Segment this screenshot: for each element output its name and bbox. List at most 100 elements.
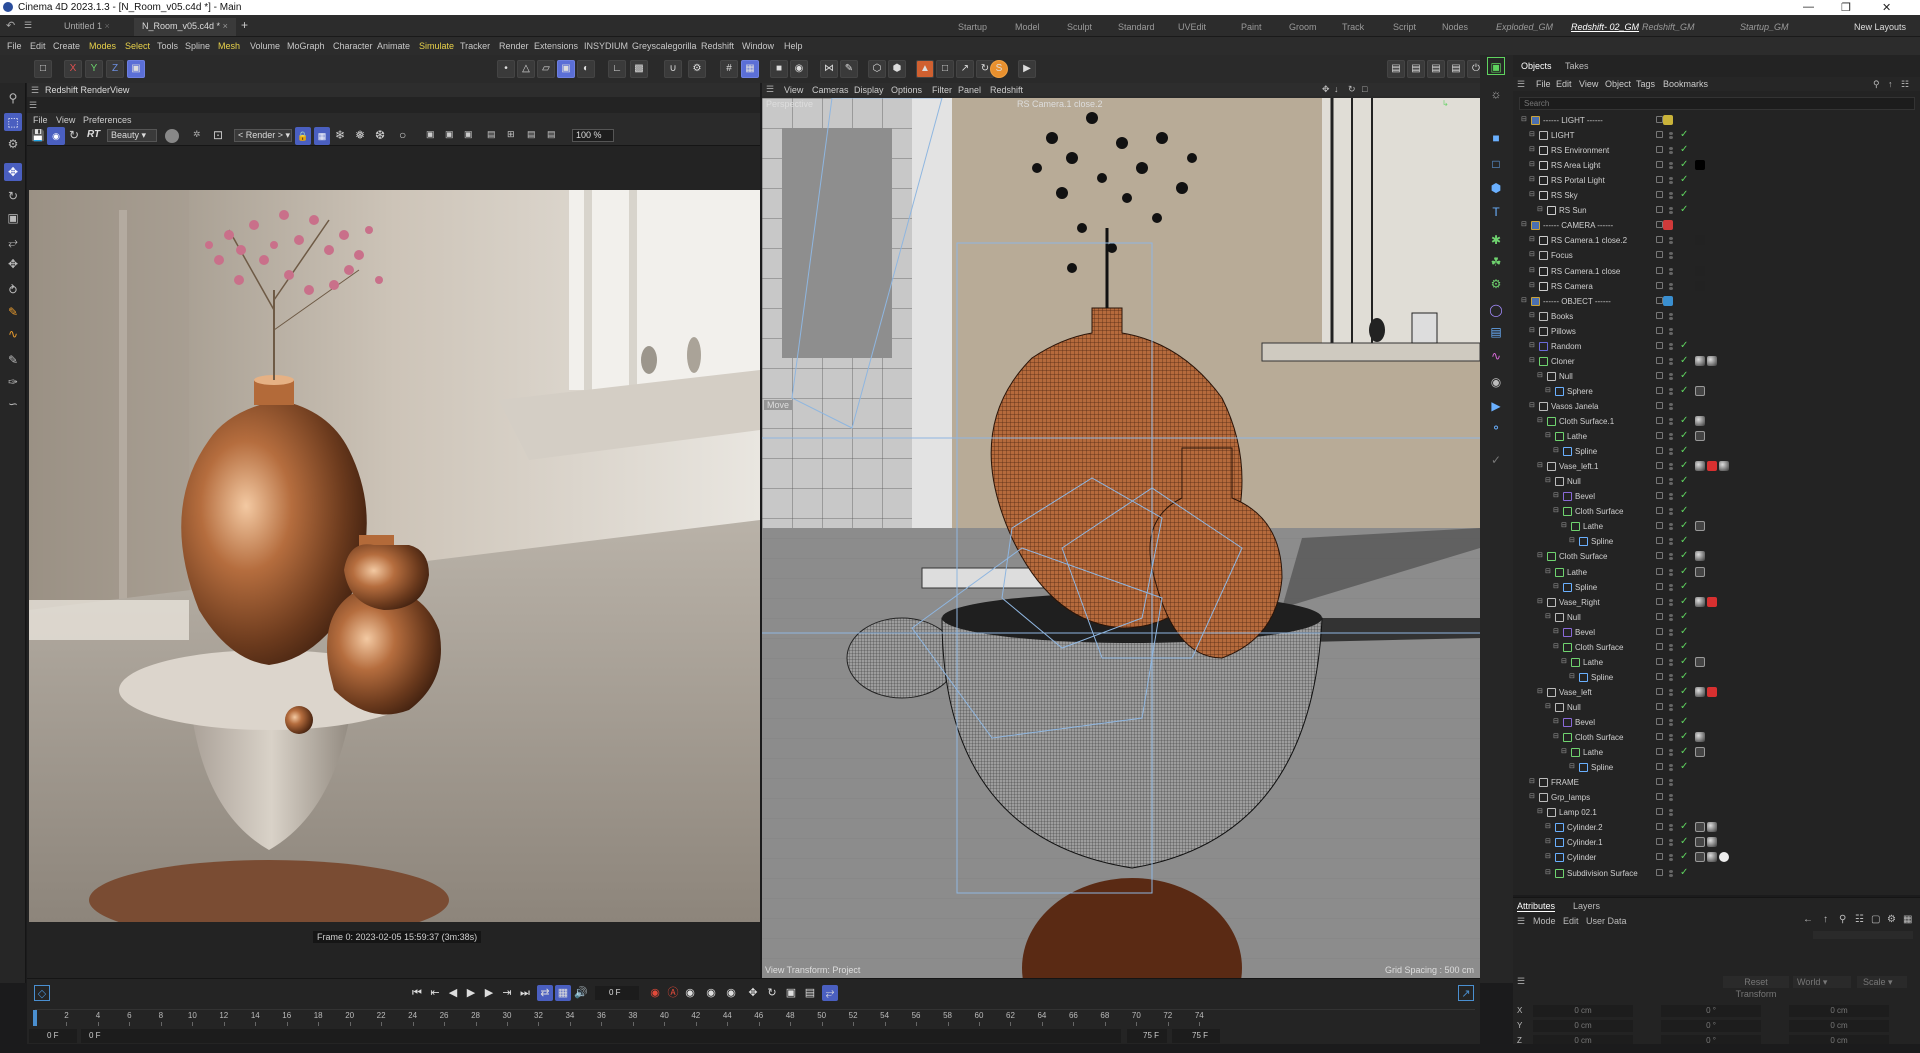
object-row[interactable]: ⊟ Lathe ✓: [1513, 655, 1920, 670]
workplane-icon[interactable]: ∟: [608, 60, 626, 78]
layout-tab-startup[interactable]: Startup: [958, 22, 987, 32]
enabled-check-icon[interactable]: ✓: [1680, 430, 1688, 441]
lock-attr-icon[interactable]: ☷: [1855, 914, 1864, 925]
move-view-icon[interactable]: ✥: [1322, 84, 1330, 95]
enabled-check-icon[interactable]: ✓: [1680, 581, 1688, 592]
enabled-check-icon[interactable]: ✓: [1680, 626, 1688, 637]
attr-options-icon[interactable]: ⚙: [1887, 914, 1896, 925]
tab-attributes[interactable]: Attributes: [1517, 901, 1556, 912]
layer-lock-icon[interactable]: [1656, 763, 1663, 771]
key-rotation-icon[interactable]: ↻: [764, 985, 780, 1001]
image-icon[interactable]: ▤: [487, 129, 496, 140]
object-row[interactable]: ⊟ Cloth Surface ✓: [1513, 640, 1920, 655]
fit-3-icon[interactable]: ▣: [464, 129, 473, 140]
polygons-mode-icon[interactable]: ▱: [537, 60, 555, 78]
grid-toggle-icon[interactable]: ✲: [193, 129, 201, 140]
layer-lock-icon[interactable]: [1656, 417, 1663, 424]
expand-toggle-icon[interactable]: ⊟: [1553, 717, 1561, 725]
menu-insydium[interactable]: INSYDIUM: [584, 41, 628, 51]
attributes-hamburger-icon[interactable]: ☰: [1517, 916, 1525, 927]
motion-system-icon[interactable]: ◉: [703, 985, 719, 1001]
next-key-icon[interactable]: ⇥: [499, 985, 515, 1001]
expand-toggle-icon[interactable]: ⊟: [1561, 521, 1569, 529]
paint-brush-icon[interactable]: ✑: [4, 373, 22, 391]
navigate-up-icon[interactable]: ↑: [1888, 79, 1893, 89]
visibility-dots-icon[interactable]: [1668, 207, 1674, 215]
menu-window[interactable]: Window: [742, 41, 774, 51]
timeline-graph-icon[interactable]: ↗: [1458, 985, 1474, 1001]
enabled-check-icon[interactable]: ✓: [1680, 731, 1688, 742]
bucket-grid-icon[interactable]: ▦: [314, 127, 330, 145]
viewport-menu-view[interactable]: View: [784, 85, 803, 95]
mat-tag-icon[interactable]: [1695, 355, 1705, 366]
settings-gear-icon[interactable]: ⚙: [4, 135, 22, 153]
enabled-check-icon[interactable]: ✓: [1680, 159, 1688, 170]
visibility-dots-icon[interactable]: [1668, 583, 1674, 592]
model-mode-icon[interactable]: ▣: [557, 60, 575, 78]
expand-toggle-icon[interactable]: ⊟: [1529, 341, 1537, 349]
layer-lock-icon[interactable]: [1656, 642, 1663, 650]
object-search-input[interactable]: Search: [1519, 97, 1915, 110]
expand-toggle-icon[interactable]: ⊟: [1545, 868, 1553, 876]
layer-lock-icon[interactable]: [1656, 552, 1663, 560]
enabled-check-icon[interactable]: ✓: [1680, 144, 1688, 155]
object-row[interactable]: ⊟ Cloner ✓: [1513, 354, 1920, 369]
object-row[interactable]: ⊟ ------ CAMERA ------: [1513, 218, 1920, 233]
red-tag-icon[interactable]: [1707, 596, 1717, 607]
enabled-check-icon[interactable]: ✓: [1680, 204, 1688, 215]
expand-toggle-icon[interactable]: ⊟: [1529, 175, 1537, 183]
search-icon[interactable]: ⚲: [1873, 79, 1880, 90]
filter-icon[interactable]: ☷: [1901, 79, 1909, 90]
visibility-dots-icon[interactable]: [1668, 162, 1674, 170]
render-active-icon[interactable]: ◉: [790, 60, 808, 78]
visibility-dots-icon[interactable]: [1668, 448, 1674, 456]
enabled-check-icon[interactable]: ✓: [1680, 656, 1688, 667]
object-row[interactable]: ⊟ Grp_lamps: [1513, 790, 1920, 805]
coordinate-rot-field[interactable]: 0 °: [1661, 1005, 1761, 1017]
key-pla-icon[interactable]: ⥂: [822, 985, 838, 1001]
visibility-dots-icon[interactable]: [1668, 658, 1674, 667]
expand-toggle-icon[interactable]: ⊟: [1529, 250, 1537, 258]
object-row[interactable]: ⊟ Pillows: [1513, 324, 1920, 339]
expand-toggle-icon[interactable]: ⊟: [1561, 747, 1569, 755]
visibility-dots-icon[interactable]: [1668, 267, 1674, 276]
transfer-tool-icon[interactable]: ⥂: [4, 233, 22, 251]
visibility-dots-icon[interactable]: [1668, 357, 1674, 366]
layer-lock-icon[interactable]: [1656, 116, 1663, 123]
panel-menu-icon[interactable]: ☰: [31, 85, 39, 96]
object-row[interactable]: ⊟ Null ✓: [1513, 369, 1920, 384]
expand-toggle-icon[interactable]: ⊟: [1553, 446, 1561, 454]
redshift-manager-icon[interactable]: ▣: [1487, 57, 1505, 75]
expand-toggle-icon[interactable]: ⊟: [1529, 160, 1537, 168]
expand-toggle-icon[interactable]: ⊟: [1529, 130, 1537, 138]
visibility-dots-icon[interactable]: [1668, 342, 1674, 351]
layer-lock-icon[interactable]: [1656, 838, 1663, 846]
visibility-dots-icon[interactable]: [1668, 327, 1674, 336]
compare-icon[interactable]: ▤: [547, 129, 556, 140]
spline-object-icon[interactable]: ∿: [1487, 347, 1505, 365]
previous-frame-icon[interactable]: ◀: [445, 985, 461, 1001]
object-row[interactable]: ⊟ Vase_left.1 ✓: [1513, 459, 1920, 474]
timeline-ruler[interactable]: 0246810121416182022242628303234363840424…: [33, 1009, 1475, 1026]
mat-tag-icon[interactable]: [1707, 355, 1717, 366]
expand-toggle-icon[interactable]: ⊟: [1529, 235, 1537, 243]
expand-toggle-icon[interactable]: ⊟: [1529, 145, 1537, 153]
layer-lock-icon[interactable]: [1656, 341, 1663, 349]
minimize-icon[interactable]: —: [1803, 1, 1814, 13]
expand-toggle-icon[interactable]: ⊟: [1537, 205, 1545, 213]
expand-toggle-icon[interactable]: ⊟: [1553, 506, 1561, 514]
layout-tab-uvedit[interactable]: UVEdit: [1178, 22, 1206, 32]
cam-tag-icon[interactable]: [1695, 235, 1705, 246]
object-row[interactable]: ⊟ Spline ✓: [1513, 580, 1920, 595]
red-tag-icon[interactable]: [1707, 461, 1717, 472]
phong-tag-icon[interactable]: [1695, 656, 1705, 667]
menu-tools[interactable]: Tools: [157, 41, 178, 51]
spline-tool-icon[interactable]: ∿: [4, 325, 22, 343]
layout-tab-paint[interactable]: Paint: [1241, 22, 1262, 32]
expand-toggle-icon[interactable]: ⊟: [1521, 220, 1529, 228]
maximize-icon[interactable]: ❐: [1841, 1, 1851, 14]
menu-extensions[interactable]: Extensions: [534, 41, 578, 51]
layer-lock-icon[interactable]: [1656, 176, 1663, 184]
white-tag-icon[interactable]: [1719, 852, 1729, 863]
layer-lock-icon[interactable]: [1656, 582, 1663, 590]
